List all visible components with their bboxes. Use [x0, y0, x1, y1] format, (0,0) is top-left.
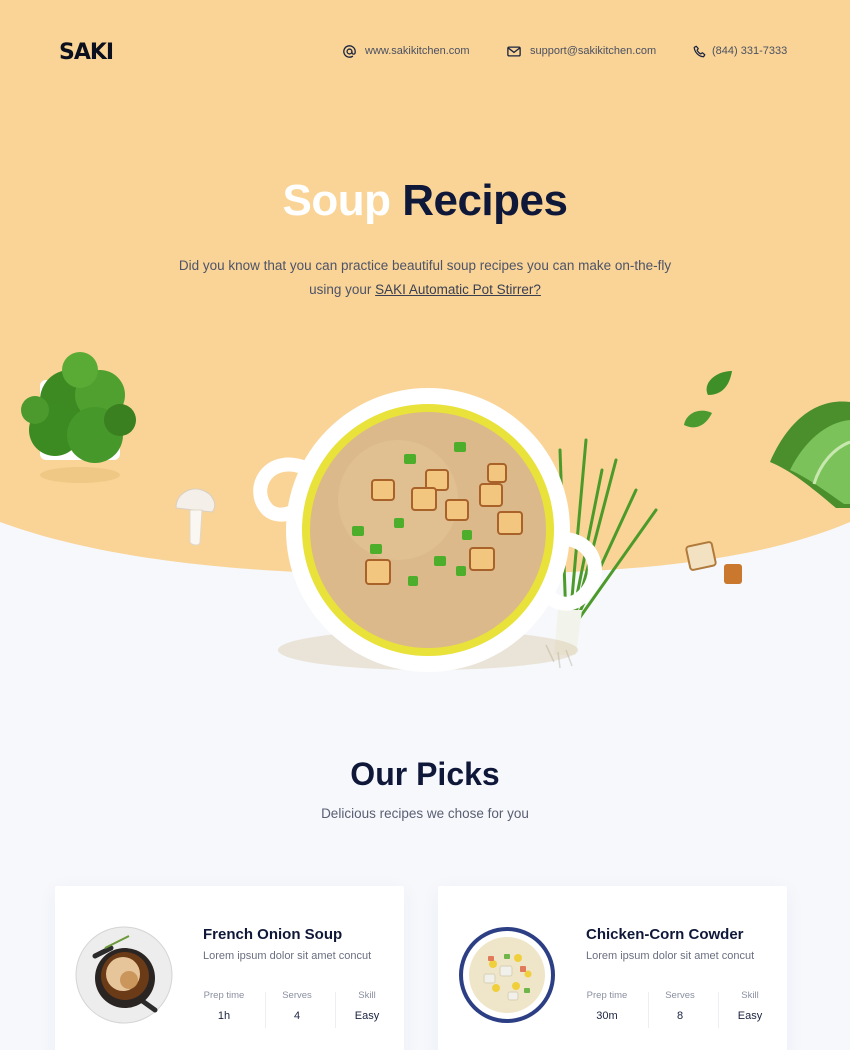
hero-title-word-recipes: Recipes: [402, 176, 568, 225]
recipe-stats: Prep time 30m Serves 8 Skill Easy: [586, 990, 766, 1040]
french-onion-soup-image: [75, 926, 173, 1024]
parsley-pot-image: [21, 352, 136, 483]
hero-title-word-soup: Soup: [282, 176, 391, 225]
stat-divider: [718, 992, 719, 1028]
pot-stirrer-link[interactable]: SAKI Automatic Pot Stirrer?: [375, 282, 541, 297]
prep-time-label: Prep time: [586, 990, 628, 1001]
serves-label: Serves: [665, 990, 695, 1001]
website-contact[interactable]: www.sakikitchen.com: [342, 44, 470, 58]
prep-time-stat: Prep time 30m: [586, 990, 628, 1022]
stat-divider: [648, 992, 649, 1028]
hero-subtitle-line-2: using your SAKI Automatic Pot Stirrer?: [309, 282, 541, 297]
email-link[interactable]: support@sakikitchen.com: [530, 45, 656, 57]
picks-title: Our Picks: [350, 756, 500, 792]
recipe-name[interactable]: Chicken-Corn Cowder: [586, 926, 744, 943]
skill-stat: Skill Easy: [734, 990, 766, 1022]
phone-icon: [692, 44, 706, 58]
basil-leaves-image: [684, 371, 732, 428]
skill-label: Skill: [358, 990, 376, 1001]
hero-title: Soup Recipes: [0, 176, 850, 226]
stat-divider: [265, 992, 266, 1028]
prep-time-stat: Prep time 1h: [203, 990, 245, 1022]
serves-stat: Serves 8: [662, 990, 698, 1022]
recipe-name[interactable]: French Onion Soup: [203, 926, 342, 943]
at-sign-icon: [342, 44, 356, 58]
skill-value: Easy: [354, 1010, 380, 1022]
recipe-stats: Prep time 1h Serves 4 Skill Easy: [203, 990, 383, 1040]
recipe-card-french-onion-soup[interactable]: French Onion Soup Lorem ipsum dolor sit …: [55, 886, 404, 1050]
phone-link[interactable]: (844) 331-7333: [712, 45, 787, 57]
skill-stat: Skill Easy: [351, 990, 383, 1022]
serves-value: 4: [293, 1010, 301, 1022]
recipe-card-chicken-corn-cowder[interactable]: Chicken-Corn Cowder Lorem ipsum dolor si…: [438, 886, 787, 1050]
skill-value: Easy: [737, 1010, 763, 1022]
recipe-description: Lorem ipsum dolor sit amet concut: [586, 950, 755, 962]
prep-time-value: 30m: [596, 1010, 618, 1022]
email-contact[interactable]: support@sakikitchen.com: [507, 44, 656, 58]
mushroom-image: [175, 488, 216, 546]
chicken-corn-cowder-image: [459, 927, 555, 1023]
recipe-description: Lorem ipsum dolor sit amet concut: [203, 950, 372, 962]
hero-subtitle: Did you know that you can practice beaut…: [0, 254, 850, 302]
mail-icon: [507, 44, 521, 58]
lettuce-image: [770, 401, 850, 508]
prep-time-label: Prep time: [203, 990, 245, 1001]
soup-bowl-image: [253, 388, 602, 672]
hero-subtitle-line-1: Did you know that you can practice beaut…: [178, 258, 672, 273]
saki-logo[interactable]: SAKI: [59, 40, 114, 65]
serves-value: 8: [676, 1010, 684, 1022]
croutons-image: [685, 541, 742, 584]
serves-label: Serves: [282, 990, 312, 1001]
prep-time-value: 1h: [217, 1010, 231, 1022]
picks-subtitle: Delicious recipes we chose for you: [321, 806, 529, 821]
website-link[interactable]: www.sakikitchen.com: [365, 45, 470, 57]
phone-contact[interactable]: (844) 331-7333: [692, 44, 787, 58]
stat-divider: [335, 992, 336, 1028]
skill-label: Skill: [741, 990, 759, 1001]
serves-stat: Serves 4: [279, 990, 315, 1022]
